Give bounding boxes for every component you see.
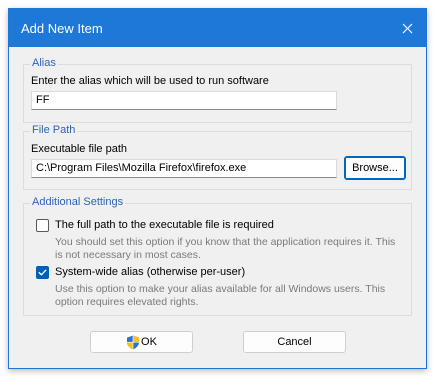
full-path-required-label[interactable]: The full path to the executable file is … [55,219,274,231]
full-path-required-desc-line-2: is not necessary in most cases. [55,249,201,261]
checkmark-icon [38,269,47,276]
file-path-group: File Path Executable file path C:\Progra… [23,124,412,190]
file-path-input[interactable]: C:\Program Files\Mozilla Firefox\firefox… [31,159,337,178]
title-bar[interactable]: Add New Item [9,9,426,47]
full-path-required-description: You should set this option if you know t… [55,236,405,262]
close-icon [402,23,412,33]
file-path-label: Executable file path [31,143,128,155]
alias-input[interactable]: FF [31,91,337,110]
alias-legend: Alias [30,57,58,69]
alias-label: Enter the alias which will be used to ru… [31,75,269,87]
full-path-required-checkbox[interactable] [36,219,49,232]
uac-shield-icon [127,335,140,349]
ok-button-label: OK [141,336,157,348]
system-wide-alias-label[interactable]: System-wide alias (otherwise per-user) [55,266,245,278]
alias-group: Alias Enter the alias which will be used… [23,57,412,123]
file-path-legend: File Path [30,124,78,136]
system-wide-alias-desc-line-2: option requires elevated rights. [55,296,199,308]
ok-button[interactable]: OK [90,331,193,353]
additional-settings-legend: Additional Settings [30,196,126,208]
system-wide-alias-description: Use this option to make your alias avail… [55,283,405,309]
dialog-title: Add New Item [21,20,103,36]
full-path-required-desc-line-1: You should set this option if you know t… [55,236,396,248]
cancel-button[interactable]: Cancel [243,331,346,353]
system-wide-alias-desc-line-1: Use this option to make your alias avail… [55,283,386,295]
browse-button[interactable]: Browse... [344,156,406,180]
additional-settings-group: Additional Settings The full path to the… [23,196,412,316]
close-button[interactable] [388,9,426,47]
add-new-item-dialog: Add New Item Alias Enter the alias which… [8,8,427,369]
cancel-button-label: Cancel [277,336,312,348]
system-wide-alias-checkbox[interactable] [36,266,49,279]
